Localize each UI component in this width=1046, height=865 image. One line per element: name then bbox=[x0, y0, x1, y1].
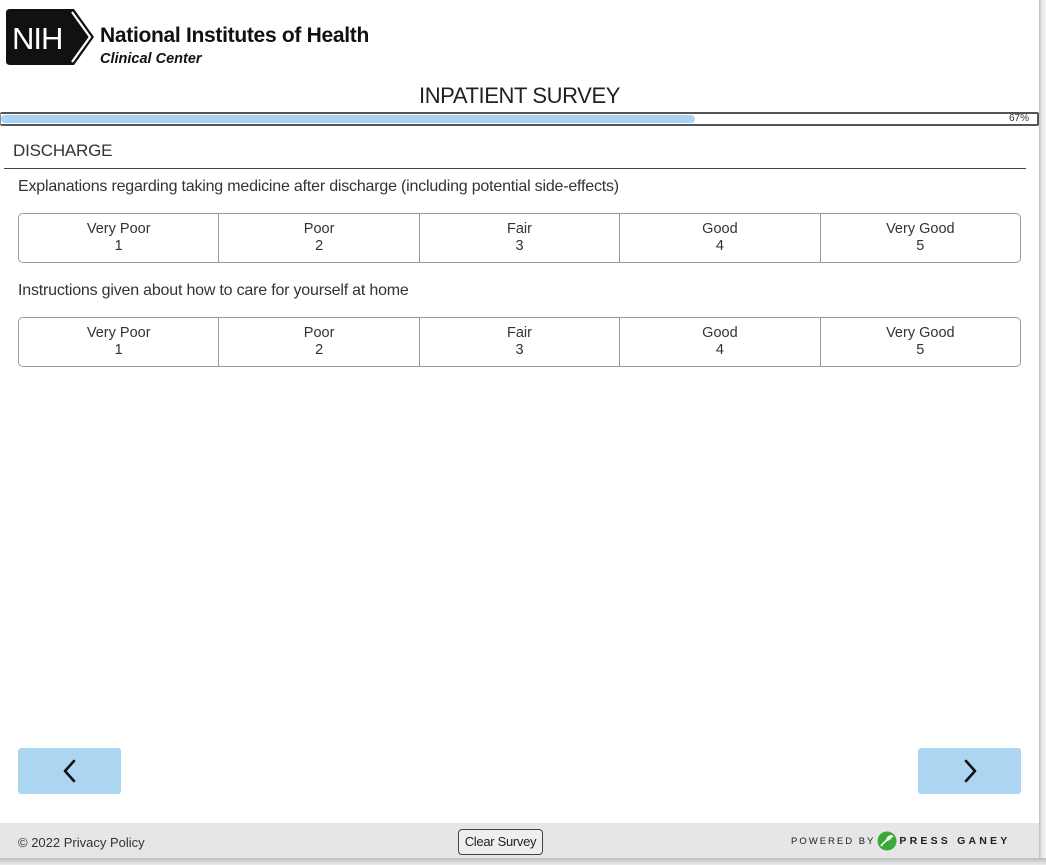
rating-option-poor[interactable]: Poor 2 bbox=[219, 214, 420, 262]
rating-option-label: Good bbox=[702, 221, 738, 237]
rating-option-label: Fair bbox=[507, 325, 532, 341]
rating-option-value: 1 bbox=[114, 342, 123, 358]
window-edge-shadow bbox=[1039, 0, 1046, 865]
nih-badge-text: NIH bbox=[12, 21, 62, 56]
logo-title: National Institutes of Health bbox=[100, 24, 369, 47]
rating-option-label: Very Poor bbox=[86, 221, 151, 237]
rating-option-value: 5 bbox=[916, 342, 925, 358]
rating-option-label: Very Good bbox=[886, 325, 955, 341]
section-divider bbox=[4, 168, 1026, 169]
rating-option-value: 1 bbox=[114, 238, 123, 254]
logo-text: National Institutes of Health Clinical C… bbox=[100, 23, 369, 69]
rating-scale: Very Poor 1 Poor 2 Fair 3 Good 4 Very Go… bbox=[18, 317, 1021, 367]
chevron-right-icon bbox=[964, 759, 976, 783]
window-bottom-shadow bbox=[0, 858, 1046, 865]
rating-scale: Very Poor 1 Poor 2 Fair 3 Good 4 Very Go… bbox=[18, 213, 1021, 263]
footer: © 2022 Privacy Policy Clear Survey POWER… bbox=[0, 823, 1039, 858]
rating-option-poor[interactable]: Poor 2 bbox=[219, 318, 420, 366]
progress-label: 67% bbox=[1008, 113, 1029, 124]
rating-option-good[interactable]: Good 4 bbox=[620, 318, 821, 366]
rating-option-very-good[interactable]: Very Good 5 bbox=[821, 214, 1020, 262]
nih-logo: NIH National Institutes of Health Clinic… bbox=[6, 9, 369, 69]
back-button[interactable] bbox=[18, 748, 121, 794]
page-title: INPATIENT SURVEY bbox=[418, 83, 621, 108]
powered-by-label: POWERED BY bbox=[791, 835, 876, 847]
press-ganey-leaf-icon bbox=[877, 831, 897, 851]
rating-option-label: Very Good bbox=[886, 221, 955, 237]
rating-option-very-poor[interactable]: Very Poor 1 bbox=[19, 318, 220, 366]
rating-option-value: 4 bbox=[715, 238, 724, 254]
rating-option-very-poor[interactable]: Very Poor 1 bbox=[19, 214, 220, 262]
rating-option-value: 2 bbox=[315, 238, 324, 254]
rating-option-label: Very Poor bbox=[86, 325, 151, 341]
chevron-left-icon bbox=[63, 759, 75, 783]
rating-option-label: Poor bbox=[303, 325, 335, 341]
nih-badge-icon: NIH bbox=[6, 9, 94, 65]
privacy-policy-link[interactable]: © 2022 Privacy Policy bbox=[18, 835, 145, 850]
rating-option-value: 3 bbox=[515, 238, 524, 254]
clear-survey-button[interactable]: Clear Survey bbox=[458, 829, 543, 855]
rating-option-value: 5 bbox=[916, 238, 925, 254]
rating-option-label: Good bbox=[702, 325, 738, 341]
section-title: DISCHARGE bbox=[13, 141, 113, 160]
rating-option-label: Fair bbox=[507, 221, 532, 237]
next-button[interactable] bbox=[918, 748, 1021, 794]
progress-bar: 67% bbox=[0, 112, 1039, 126]
rating-option-value: 3 bbox=[515, 342, 524, 358]
rating-option-good[interactable]: Good 4 bbox=[620, 214, 821, 262]
survey-page: NIH National Institutes of Health Clinic… bbox=[0, 0, 1039, 865]
powered-by-logo: POWERED BY PRESS GANEY bbox=[791, 831, 1010, 851]
question-text: Instructions given about how to care for… bbox=[18, 282, 409, 299]
rating-option-very-good[interactable]: Very Good 5 bbox=[821, 318, 1020, 366]
rating-option-fair[interactable]: Fair 3 bbox=[420, 318, 621, 366]
question-text: Explanations regarding taking medicine a… bbox=[18, 178, 619, 195]
rating-option-label: Poor bbox=[303, 221, 335, 237]
rating-option-value: 2 bbox=[315, 342, 324, 358]
rating-option-value: 4 bbox=[715, 342, 724, 358]
press-ganey-name: PRESS GANEY bbox=[899, 835, 1011, 847]
logo-subtitle: Clinical Center bbox=[100, 51, 202, 67]
progress-fill bbox=[1, 115, 696, 123]
rating-option-fair[interactable]: Fair 3 bbox=[420, 214, 621, 262]
